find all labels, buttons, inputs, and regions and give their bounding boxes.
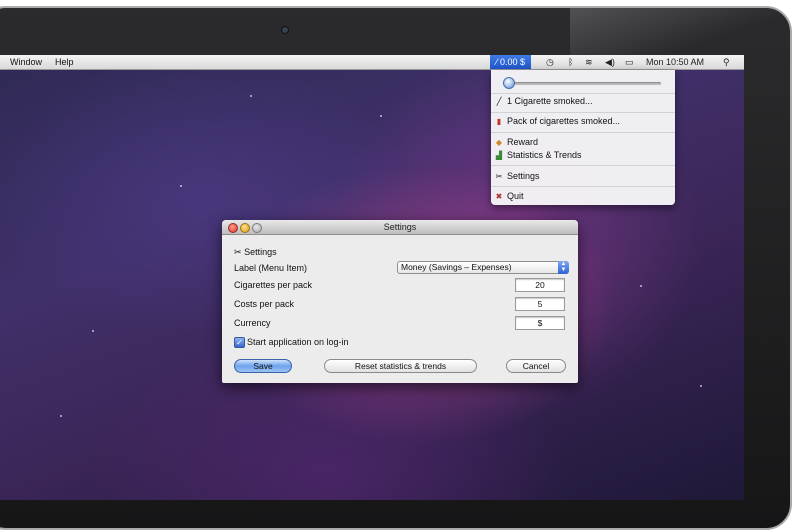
battery-icon[interactable]: ▭ bbox=[625, 56, 634, 68]
cigarette-icon: ╱ bbox=[496, 97, 502, 106]
menu-window[interactable]: Window bbox=[10, 56, 42, 68]
menu-item-statistics[interactable]: ▟ Statistics & Trends bbox=[494, 149, 582, 161]
menu-separator bbox=[491, 112, 675, 113]
status-item-money[interactable]: ⁄ 0.00 $ bbox=[490, 55, 532, 69]
menu-item-quit[interactable]: ✖ Quit bbox=[494, 190, 524, 202]
menu-item-settings[interactable]: ✂ Settings bbox=[494, 170, 540, 182]
label-slider-track[interactable] bbox=[503, 82, 661, 85]
menu-separator bbox=[491, 165, 675, 166]
quit-icon: ✖ bbox=[495, 192, 503, 201]
settings-titlebar[interactable]: Settings bbox=[222, 220, 578, 235]
label-menu-item-select[interactable]: Money (Savings – Expenses) ▲ ▼ bbox=[397, 261, 569, 274]
reward-icon: ◆ bbox=[495, 138, 503, 147]
menu-help[interactable]: Help bbox=[55, 56, 74, 68]
bluetooth-icon[interactable]: ᛒ bbox=[568, 56, 573, 68]
menu-item-pack-cigarettes[interactable]: ▮ Pack of cigarettes smoked... bbox=[494, 115, 620, 127]
start-on-login-checkbox[interactable]: ✓ bbox=[234, 337, 245, 348]
wifi-icon[interactable]: ≋ bbox=[585, 56, 593, 68]
volume-icon[interactable]: ◀) bbox=[605, 56, 615, 68]
menu-separator bbox=[491, 186, 675, 187]
status-value: 0.00 $ bbox=[500, 57, 526, 67]
cancel-button[interactable]: Cancel bbox=[506, 359, 566, 373]
cigarette-icon: ⁄ bbox=[496, 57, 498, 67]
time-machine-icon[interactable]: ◷ bbox=[546, 56, 554, 68]
costs-per-pack-label: Costs per pack bbox=[234, 299, 295, 309]
menu-item-reward[interactable]: ◆ Reward bbox=[494, 136, 538, 148]
star bbox=[380, 115, 382, 117]
reset-statistics-button[interactable]: Reset statistics & trends bbox=[324, 359, 477, 373]
currency-field[interactable]: $ bbox=[515, 316, 565, 330]
webcam bbox=[282, 27, 288, 33]
settings-window: Settings ✂ Settings Label (Menu Item) Mo… bbox=[222, 220, 578, 383]
spotlight-search-icon[interactable]: ⚲ bbox=[723, 56, 730, 68]
star bbox=[92, 330, 94, 332]
star bbox=[700, 385, 702, 387]
cigarettes-per-pack-field[interactable]: 20 bbox=[515, 278, 565, 292]
currency-label: Currency bbox=[234, 318, 271, 328]
save-button[interactable]: Save bbox=[234, 359, 292, 373]
status-dropdown-menu: ╱ 1 Cigarette smoked... ▮ Pack of cigarett… bbox=[491, 70, 675, 205]
costs-per-pack-field[interactable]: 5 bbox=[515, 297, 565, 311]
select-value: Money (Savings – Expenses) bbox=[401, 262, 512, 272]
menu-separator bbox=[491, 132, 675, 133]
menu-item-one-cigarette[interactable]: ╱ 1 Cigarette smoked... bbox=[494, 95, 593, 107]
clock[interactable]: Mon 10:50 AM bbox=[646, 56, 704, 68]
star bbox=[180, 185, 182, 187]
star bbox=[60, 415, 62, 417]
menu-bar: Window Help ⁄ 0.00 $ ◷ ᛒ ≋ ◀) ▭ Mon 10:5… bbox=[0, 55, 744, 70]
chart-icon: ▟ bbox=[495, 151, 503, 160]
cigarettes-per-pack-label: Cigarettes per pack bbox=[234, 280, 313, 290]
settings-header: ✂ Settings bbox=[234, 247, 277, 257]
menu-separator bbox=[491, 93, 675, 94]
star bbox=[250, 95, 252, 97]
start-on-login-label: Start application on log-in bbox=[247, 337, 349, 347]
label-slider-knob[interactable] bbox=[503, 77, 515, 89]
settings-icon: ✂ bbox=[234, 247, 242, 257]
window-title: Settings bbox=[383, 222, 417, 232]
cigarette-pack-icon: ▮ bbox=[496, 117, 502, 126]
star bbox=[640, 285, 642, 287]
chevron-up-down-icon: ▲ ▼ bbox=[558, 261, 569, 274]
settings-icon: ✂ bbox=[495, 172, 503, 181]
label-menu-item-label: Label (Menu Item) bbox=[234, 263, 308, 273]
